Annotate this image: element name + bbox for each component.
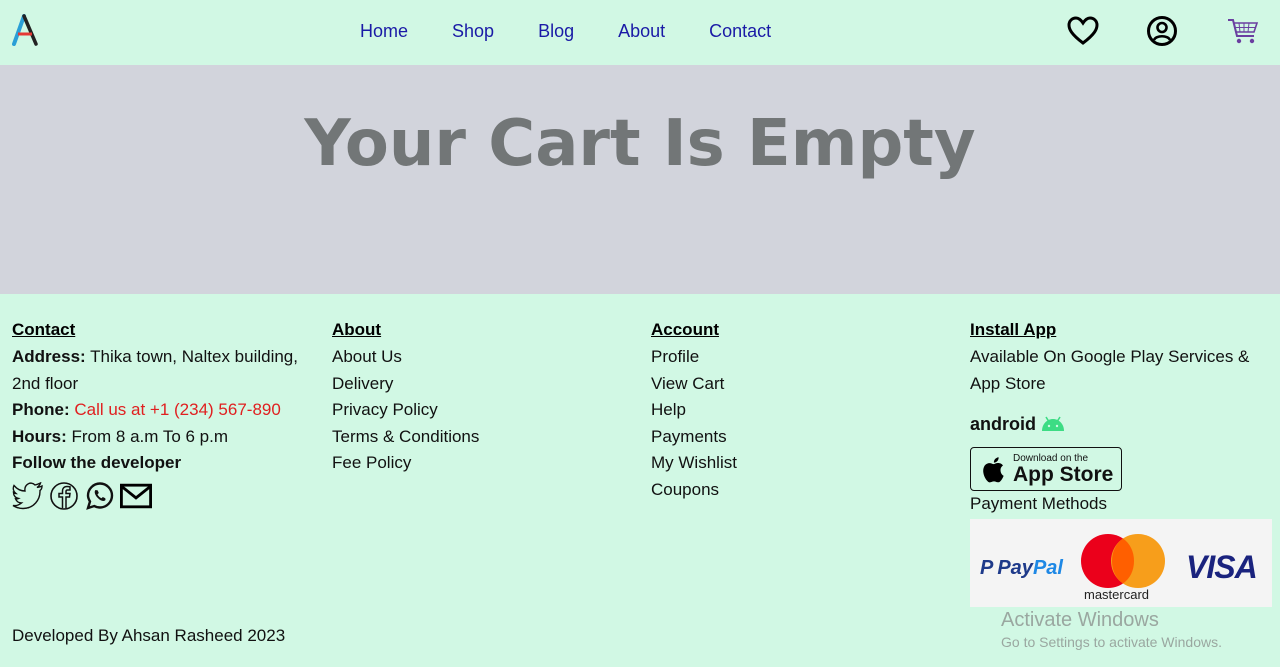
hours-label: Hours:: [12, 426, 67, 446]
delivery-link[interactable]: Delivery: [332, 371, 612, 398]
app-store-badge[interactable]: Download on the App Store: [970, 447, 1122, 491]
facebook-icon[interactable]: [48, 481, 80, 511]
privacy-policy-link[interactable]: Privacy Policy: [332, 397, 612, 424]
heart-icon[interactable]: [1066, 14, 1100, 48]
mail-icon[interactable]: [120, 481, 152, 511]
hours-line: Hours: From 8 a.m To 6 p.m: [12, 424, 312, 451]
follow-label: Follow the developer: [12, 453, 182, 472]
whatsapp-icon[interactable]: [84, 481, 116, 511]
windows-activation-watermark: Activate Windows Go to Settings to activ…: [1001, 608, 1222, 652]
wishlist-link[interactable]: My Wishlist: [651, 450, 931, 477]
watermark-line2: Go to Settings to activate Windows.: [1001, 634, 1222, 650]
header-icons: [0, 14, 1280, 48]
apple-icon: [981, 455, 1005, 483]
user-icon[interactable]: [1145, 14, 1179, 48]
android-robot-icon: [1040, 416, 1066, 432]
install-text: Available On Google Play Services & App …: [970, 347, 1250, 393]
address-label: Address:: [12, 347, 86, 366]
paypal-mark-icon: P: [980, 557, 994, 579]
footer-contact-column: Contact Address: Thika town, Naltex buil…: [12, 318, 312, 511]
payments-link[interactable]: Payments: [651, 424, 931, 451]
cart-icon[interactable]: [1226, 14, 1260, 48]
profile-link[interactable]: Profile: [651, 344, 931, 371]
visa-logo: VISA: [1186, 549, 1258, 585]
paypal-logo: P PayPal: [980, 557, 1063, 580]
account-heading: Account: [651, 320, 719, 339]
paypal-text-b: Pal: [1032, 557, 1063, 579]
hours-value: From 8 a.m To 6 p.m: [66, 426, 229, 446]
phone-label: Phone:: [12, 400, 70, 419]
social-links: [12, 481, 312, 511]
footer-about-column: About About Us Delivery Privacy Policy T…: [332, 318, 612, 477]
twitter-icon[interactable]: [12, 481, 44, 511]
footer-install-column: Install App Available On Google Play Ser…: [970, 318, 1270, 518]
terms-link[interactable]: Terms & Conditions: [332, 424, 612, 451]
about-us-link[interactable]: About Us: [332, 344, 612, 371]
developer-credit: Developed By Ahsan Rasheed 2023: [12, 626, 286, 645]
fee-policy-link[interactable]: Fee Policy: [332, 450, 612, 477]
site-header: Home Shop Blog About Contact: [0, 0, 1280, 64]
page-title: Your Cart Is Empty: [304, 107, 976, 181]
contact-heading: Contact: [12, 320, 76, 339]
phone-link[interactable]: Call us at +1 (234) 567-890: [70, 400, 281, 419]
footer-account-column: Account Profile View Cart Help Payments …: [651, 318, 931, 503]
address-line: Address: Thika town, Naltex building, 2n…: [12, 344, 312, 397]
app-store-text: Download on the App Store: [1013, 453, 1113, 486]
android-label: android: [970, 413, 1036, 434]
watermark-line1: Activate Windows: [1001, 609, 1159, 631]
follow-line: Follow the developer: [12, 450, 312, 477]
help-link[interactable]: Help: [651, 397, 931, 424]
site-footer: Contact Address: Thika town, Naltex buil…: [0, 294, 1280, 667]
app-store-big-text: App Store: [1013, 462, 1114, 486]
payment-methods-image: P PayPal mastercard VISA: [970, 519, 1272, 607]
mastercard-logo: [1080, 533, 1168, 594]
payment-methods-label: Payment Methods: [970, 494, 1108, 513]
install-heading: Install App: [970, 320, 1057, 339]
about-heading: About: [332, 320, 382, 339]
android-badge[interactable]: android: [970, 409, 1270, 439]
empty-cart-banner: Your Cart Is Empty: [0, 65, 1280, 294]
paypal-text-a: Pay: [997, 557, 1033, 579]
phone-line: Phone: Call us at +1 (234) 567-890: [12, 397, 312, 424]
coupons-link[interactable]: Coupons: [651, 477, 931, 504]
view-cart-link[interactable]: View Cart: [651, 371, 931, 398]
mastercard-label: mastercard: [1084, 587, 1150, 602]
app-store-small-text: Download on the: [1013, 452, 1089, 464]
